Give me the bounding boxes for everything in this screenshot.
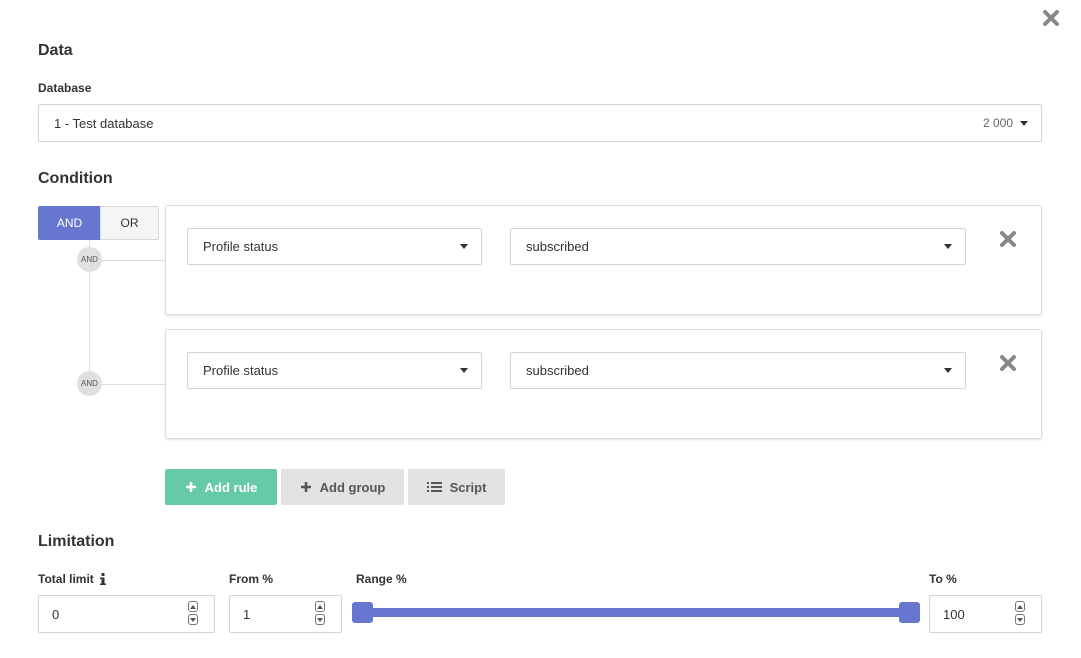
database-select[interactable]: 1 - Test database 2 000	[38, 104, 1042, 142]
to-input-wrap	[929, 595, 1042, 633]
remove-rule-icon[interactable]	[998, 229, 1018, 249]
to-label: To %	[929, 572, 957, 586]
range-slider[interactable]	[352, 602, 920, 623]
chevron-down-icon	[460, 244, 468, 249]
from-label: From %	[229, 572, 274, 586]
database-label: Database	[38, 81, 92, 95]
from-spinner	[315, 601, 327, 627]
total-limit-label: Total limit	[38, 572, 94, 586]
or-toggle-button[interactable]: OR	[100, 206, 159, 240]
to-spinner	[1015, 601, 1027, 627]
range-from-handle[interactable]	[352, 602, 373, 623]
rule-field-select[interactable]: Profile status	[187, 228, 482, 265]
rule-card: Profile status subscribed	[165, 329, 1042, 439]
rule-card: Profile status subscribed	[165, 205, 1042, 315]
chevron-down-icon	[460, 368, 468, 373]
range-label: Range %	[356, 572, 407, 586]
total-limit-spinner	[188, 601, 200, 627]
chevron-down-icon	[944, 244, 952, 249]
from-input-wrap	[229, 595, 342, 633]
close-icon[interactable]	[1040, 7, 1062, 29]
decrement-icon[interactable]	[315, 614, 325, 625]
remove-rule-icon[interactable]	[998, 353, 1018, 373]
add-rule-label: Add rule	[204, 479, 258, 495]
range-slider-fill	[362, 608, 910, 617]
add-group-button[interactable]: Add group	[281, 469, 404, 505]
rule-value-value: subscribed	[526, 239, 589, 254]
data-section-title: Data	[38, 42, 73, 59]
total-limit-label-wrap: Total limit	[38, 572, 106, 586]
add-group-label: Add group	[319, 479, 386, 495]
rule-value-select[interactable]: subscribed	[510, 228, 966, 265]
list-icon	[426, 482, 442, 492]
script-label: Script	[449, 479, 487, 495]
plus-icon	[300, 482, 311, 492]
chevron-down-icon	[1020, 120, 1028, 126]
total-limit-input-wrap	[38, 595, 215, 633]
decrement-icon[interactable]	[1015, 614, 1025, 625]
rule-field-value: Profile status	[203, 363, 279, 378]
add-rule-button[interactable]: Add rule	[165, 469, 277, 505]
script-button[interactable]: Script	[408, 469, 505, 505]
increment-icon[interactable]	[188, 601, 198, 612]
rule-field-select[interactable]: Profile status	[187, 352, 482, 389]
database-count: 2 000	[982, 116, 1013, 130]
condition-section-title: Condition	[38, 170, 113, 187]
and-badge: AND	[77, 371, 102, 396]
plus-icon	[185, 482, 196, 492]
rule-value-select[interactable]: subscribed	[510, 352, 966, 389]
and-toggle-button[interactable]: AND	[38, 206, 101, 240]
database-value: 1 - Test database	[54, 115, 154, 131]
increment-icon[interactable]	[315, 601, 325, 612]
range-to-handle[interactable]	[899, 602, 920, 623]
chevron-down-icon	[944, 368, 952, 373]
decrement-icon[interactable]	[188, 614, 198, 625]
and-badge: AND	[77, 247, 102, 272]
rule-field-value: Profile status	[203, 239, 279, 254]
increment-icon[interactable]	[1015, 601, 1025, 612]
rule-value-value: subscribed	[526, 363, 589, 378]
limitation-section-title: Limitation	[38, 533, 115, 550]
info-icon[interactable]	[99, 573, 106, 585]
